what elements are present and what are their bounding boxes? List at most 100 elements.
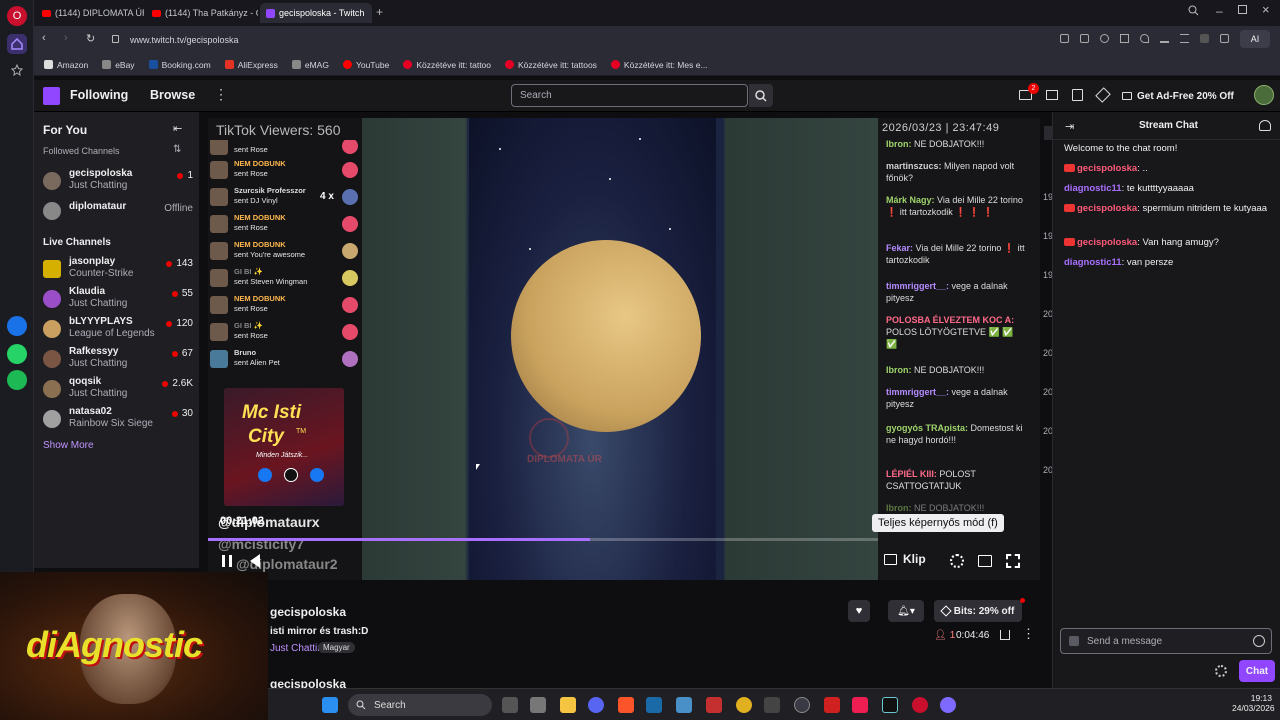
pinboard-icon[interactable] xyxy=(7,60,27,80)
file-explorer-icon[interactable] xyxy=(560,697,576,713)
more-options-icon[interactable]: ⋮ xyxy=(1022,626,1035,642)
channel-name[interactable]: gecispoloska xyxy=(270,605,346,619)
bookmark-amazon[interactable]: Amazon xyxy=(44,60,88,70)
live-channel-natasa02[interactable]: natasa02 Rainbow Six Siege 30 xyxy=(43,406,193,434)
obs-icon[interactable] xyxy=(794,697,810,713)
reload-button[interactable]: ↻ xyxy=(86,32,95,45)
fullscreen-icon[interactable] xyxy=(1006,554,1020,568)
tiktok-live-icon[interactable] xyxy=(852,697,868,713)
bookmark-aliexpress[interactable]: AliExpress xyxy=(224,60,278,70)
download-icon[interactable] xyxy=(1160,34,1169,43)
widgets-icon[interactable] xyxy=(530,697,546,713)
tab-twitch[interactable]: gecispoloska - Twitch xyxy=(260,3,372,23)
sort-icon[interactable]: ⇅ xyxy=(173,144,181,155)
new-tab-button[interactable]: + xyxy=(376,5,383,19)
taskbar-search[interactable]: Search xyxy=(348,694,492,716)
collapse-icon[interactable]: ⇤ xyxy=(173,122,182,135)
whispers-icon[interactable] xyxy=(1072,89,1083,101)
app-icon-2[interactable] xyxy=(940,697,956,713)
chat-username[interactable]: gecispoloska xyxy=(1077,203,1137,214)
brave-icon[interactable] xyxy=(618,697,634,713)
ai-button[interactable]: AI xyxy=(1240,30,1270,48)
ad-free-button[interactable]: Get Ad-Free 20% Off xyxy=(1122,86,1243,106)
video-player[interactable]: TikTok Viewers: 560 sent Rose NEM DOBUNK… xyxy=(208,118,1040,580)
bookmark-youtube[interactable]: YouTube xyxy=(342,60,389,70)
minimize-button[interactable]: – xyxy=(1216,4,1223,18)
pause-button[interactable] xyxy=(222,555,232,567)
wallet-icon[interactable] xyxy=(1200,34,1209,43)
followed-channel-diplomataur[interactable]: diplomataur Offline xyxy=(43,198,193,226)
adblock-icon[interactable] xyxy=(1100,34,1109,43)
bookmark-booking[interactable]: Booking.com xyxy=(148,60,211,70)
live-channel-jasonplay[interactable]: jasonplay Counter-Strike 143 xyxy=(43,256,193,284)
bookmark-pinterest-1[interactable]: Közzétéve itt: tattoo xyxy=(403,60,491,70)
clock[interactable]: 19:13 24/03/2026 xyxy=(1232,693,1275,713)
whatsapp-icon[interactable] xyxy=(7,344,27,364)
bookmark-emag[interactable]: eMAG xyxy=(291,60,329,70)
spotify-icon[interactable] xyxy=(7,370,27,390)
inbox-icon[interactable] xyxy=(1046,90,1058,100)
emote-icon[interactable] xyxy=(1253,635,1265,647)
task-view-icon[interactable] xyxy=(502,697,518,713)
heart-icon[interactable] xyxy=(1140,34,1149,43)
search-input[interactable]: Search xyxy=(511,84,748,107)
chat-username[interactable]: gecispoloska xyxy=(1077,163,1137,174)
follow-heart-button[interactable]: ♥ xyxy=(848,600,870,622)
bookmark-pinterest-2[interactable]: Közzétéve itt: tattoos xyxy=(505,60,597,70)
user-avatar[interactable] xyxy=(1254,85,1274,105)
edit-icon[interactable] xyxy=(1060,34,1069,43)
more-icon[interactable]: ⋮ xyxy=(214,86,228,103)
clip-button[interactable]: Klip xyxy=(884,552,926,566)
chat-send-button[interactable]: Chat xyxy=(1239,660,1275,682)
live-channel-qoqsik[interactable]: qoqsik Just Chatting 2.6K xyxy=(43,376,193,404)
settings-gear-icon[interactable] xyxy=(950,554,964,568)
tab-youtube-1[interactable]: (1144) DIPLOMATA ÚR - Y xyxy=(36,3,144,23)
chat-settings-icon[interactable] xyxy=(1215,665,1227,677)
windows-start-icon[interactable] xyxy=(322,697,338,713)
tiktok-icon[interactable] xyxy=(882,697,898,713)
steam-icon[interactable] xyxy=(646,697,662,713)
bits-icon[interactable] xyxy=(1095,87,1111,103)
chat-input[interactable]: Send a message xyxy=(1060,628,1272,654)
opera-icon[interactable] xyxy=(912,697,928,713)
opera-logo-icon[interactable]: O xyxy=(7,6,27,26)
stream-tag[interactable]: Magyar xyxy=(318,642,355,653)
extensions-icon[interactable] xyxy=(1220,34,1229,43)
live-channel-blyyyplays[interactable]: bLYYYPLAYS League of Legends 120 xyxy=(43,316,193,344)
back-button[interactable]: ‹ xyxy=(42,32,46,44)
search-tabs-icon[interactable] xyxy=(1188,5,1199,19)
show-more-link[interactable]: Show More xyxy=(43,440,94,451)
messenger-icon[interactable] xyxy=(7,316,27,336)
coin-icon[interactable] xyxy=(736,697,752,713)
theatre-mode-icon[interactable] xyxy=(978,555,992,567)
bookmark-ebay[interactable]: eBay xyxy=(102,60,135,70)
app-icon[interactable] xyxy=(764,697,780,713)
tab-youtube-2[interactable]: (1144) Tha Patkányz - Gor xyxy=(146,3,258,23)
menu-icon[interactable] xyxy=(1180,34,1189,43)
bits-cheer-icon[interactable] xyxy=(1069,636,1079,646)
bookmark-pinterest-3[interactable]: Közzétéve itt: Mes e... xyxy=(610,60,708,70)
community-icon[interactable] xyxy=(1259,120,1271,131)
volume-button[interactable] xyxy=(250,554,260,568)
chat-username[interactable]: gecispoloska xyxy=(1077,237,1137,248)
photos-icon[interactable] xyxy=(676,697,692,713)
player-icon[interactable] xyxy=(1120,34,1129,43)
maximize-button[interactable] xyxy=(1238,5,1247,14)
discord-icon[interactable] xyxy=(588,697,604,713)
share-icon[interactable] xyxy=(1000,630,1010,640)
seek-bar[interactable] xyxy=(208,538,878,541)
collapse-chat-icon[interactable]: ⇥ xyxy=(1065,120,1074,133)
bits-button[interactable]: Bits: 29% off xyxy=(934,600,1022,622)
live-channel-klaudia[interactable]: Klaudia Just Chatting 55 xyxy=(43,286,193,314)
following-link[interactable]: Following xyxy=(70,88,128,102)
wps-icon[interactable] xyxy=(824,697,840,713)
browse-link[interactable]: Browse xyxy=(150,88,195,102)
followed-channel-gecispoloska[interactable]: gecispoloska Just Chatting 1 xyxy=(43,168,193,196)
close-window-button[interactable]: × xyxy=(1262,2,1270,17)
chat-username[interactable]: diagnostic11 xyxy=(1064,257,1122,268)
tf-icon[interactable] xyxy=(706,697,722,713)
chat-username[interactable]: diagnostic11 xyxy=(1064,183,1122,194)
search-button[interactable] xyxy=(749,84,773,107)
forward-button[interactable]: › xyxy=(64,32,68,44)
home-icon[interactable] xyxy=(7,34,27,54)
